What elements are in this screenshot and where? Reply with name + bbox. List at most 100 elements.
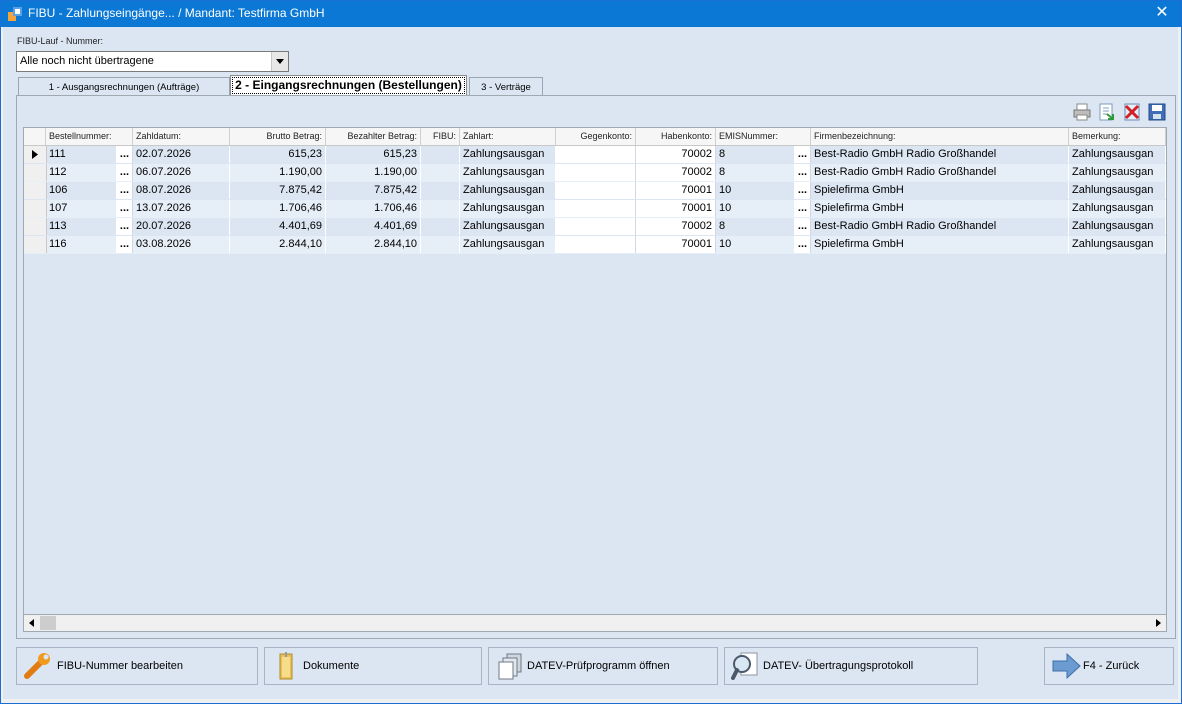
cell-habenkonto[interactable]: 70002 — [636, 164, 716, 181]
col-zahlart[interactable]: Zahlart: — [460, 128, 556, 145]
cell-brutto-betrag: 615,23 — [230, 146, 326, 163]
lookup-emis-button[interactable]: ... — [795, 200, 811, 217]
tab-vertraege[interactable]: 3 - Verträge — [469, 77, 543, 97]
cell-habenkonto[interactable]: 70001 — [636, 200, 716, 217]
lookup-emis-button[interactable]: ... — [795, 182, 811, 199]
col-firmenbezeichnung[interactable]: Firmenbezeichnung: — [811, 128, 1069, 145]
col-gegenkonto[interactable]: Gegenkonto: — [556, 128, 636, 145]
datev-uebertragungsprotokoll-button[interactable]: DATEV- Übertragungsprotokoll — [724, 647, 978, 685]
lookup-bestellnummer-button[interactable]: ... — [117, 164, 133, 181]
table-row[interactable]: 113... 20.07.2026 4.401,69 4.401,69 Zahlungs… — [24, 218, 1166, 236]
zurueck-button[interactable]: F4 - Zurück — [1044, 647, 1174, 685]
col-zahldatum[interactable]: Zahldatum: — [133, 128, 230, 145]
wrench-icon — [24, 653, 50, 679]
cell-habenkonto[interactable]: 70001 — [636, 236, 716, 253]
lookup-emis-button[interactable]: ... — [795, 164, 811, 181]
col-bestellnummer[interactable]: Bestellnummer: — [46, 128, 133, 145]
cell-zahlart: Zahlungsausgan — [460, 182, 556, 199]
lookup-bestellnummer-button[interactable]: ... — [117, 218, 133, 235]
datev-pruefprogramm-button[interactable]: DATEV-Prüfprogramm öffnen — [488, 647, 718, 685]
cell-bemerkung: Zahlungsausgan — [1069, 182, 1166, 199]
fibu-lauf-select[interactable]: Alle noch nicht übertragene — [16, 51, 289, 72]
cell-zahldatum: 13.07.2026 — [133, 200, 230, 217]
chevron-down-icon[interactable] — [271, 52, 288, 71]
cell-gegenkonto[interactable] — [556, 218, 636, 235]
scroll-left-icon[interactable] — [24, 615, 40, 631]
cell-gegenkonto[interactable] — [556, 164, 636, 181]
tab-eingangsrechnungen[interactable]: 2 - Eingangsrechnungen (Bestellungen) — [230, 75, 467, 97]
lookup-bestellnummer-button[interactable]: ... — [117, 146, 133, 163]
row-selector[interactable] — [24, 200, 47, 217]
col-fibu[interactable]: FIBU: — [421, 128, 460, 145]
lookup-bestellnummer-button[interactable]: ... — [117, 200, 133, 217]
cell-fibu — [421, 200, 460, 217]
cell-habenkonto[interactable]: 70001 — [636, 182, 716, 199]
scroll-thumb[interactable] — [40, 616, 56, 630]
cell-gegenkonto[interactable] — [556, 236, 636, 253]
col-habenkonto[interactable]: Habenkonto: — [636, 128, 716, 145]
payments-grid[interactable]: Bestellnummer: Zahldatum: Brutto Betrag:… — [23, 127, 1167, 631]
dokumente-label: Dokumente — [303, 660, 360, 672]
col-bemerkung[interactable]: Bemerkung: — [1069, 128, 1166, 145]
cell-zahlart: Zahlungsausgan — [460, 146, 556, 163]
cell-bemerkung: Zahlungsausgan — [1069, 146, 1166, 163]
table-row[interactable]: 107... 13.07.2026 1.706,46 1.706,46 Zahlungs… — [24, 200, 1166, 218]
print-icon[interactable] — [1073, 103, 1091, 121]
table-row[interactable]: 106... 08.07.2026 7.875,42 7.875,42 Zahlungs… — [24, 182, 1166, 200]
cell-firmenbezeichnung: Spielefirma GmbH — [811, 182, 1069, 199]
folder-icon — [279, 652, 293, 680]
lookup-emis-button[interactable]: ... — [795, 218, 811, 235]
current-row-icon — [32, 150, 38, 159]
cell-gegenkonto[interactable] — [556, 146, 636, 163]
save-icon[interactable] — [1148, 103, 1166, 121]
cell-zahldatum: 20.07.2026 — [133, 218, 230, 235]
lookup-emis-button[interactable]: ... — [795, 146, 811, 163]
cell-fibu — [421, 218, 460, 235]
table-row[interactable]: 112... 06.07.2026 1.190,00 1.190,00 Zahlungs… — [24, 164, 1166, 182]
horizontal-scrollbar[interactable] — [23, 614, 1167, 632]
row-selector[interactable] — [24, 218, 47, 235]
cell-zahldatum: 02.07.2026 — [133, 146, 230, 163]
tab-ausgangsrechnungen[interactable]: 1 - Ausgangsrechnungen (Aufträge) — [18, 77, 230, 97]
cell-firmenbezeichnung: Spielefirma GmbH — [811, 200, 1069, 217]
close-icon[interactable]: ✕ — [1153, 4, 1171, 22]
arrow-right-icon — [1052, 652, 1081, 680]
row-selector[interactable] — [24, 182, 47, 199]
cell-firmenbezeichnung: Best-Radio GmbH Radio Großhandel — [811, 218, 1069, 235]
cell-bestellnummer: 107 — [46, 200, 117, 217]
cell-zahldatum: 08.07.2026 — [133, 182, 230, 199]
col-emisnummer[interactable]: EMISNummer: — [716, 128, 811, 145]
cell-bezahlter-betrag: 4.401,69 — [326, 218, 421, 235]
col-brutto-betrag[interactable]: Brutto Betrag: — [230, 128, 326, 145]
fibu-nummer-bearbeiten-button[interactable]: FIBU-Nummer bearbeiten — [16, 647, 258, 685]
cell-firmenbezeichnung: Best-Radio GmbH Radio Großhandel — [811, 164, 1069, 181]
cell-bezahlter-betrag: 1.706,46 — [326, 200, 421, 217]
lookup-bestellnummer-button[interactable]: ... — [117, 182, 133, 199]
scroll-right-icon[interactable] — [1150, 615, 1166, 631]
fibu-lauf-value: Alle noch nicht übertragene — [20, 55, 154, 67]
dokumente-button[interactable]: Dokumente — [264, 647, 482, 685]
row-selector[interactable] — [24, 236, 47, 253]
title-bar[interactable]: FIBU - Zahlungseingänge... / Mandant: Te… — [1, 1, 1181, 27]
cell-zahlart: Zahlungsausgan — [460, 218, 556, 235]
cell-bestellnummer: 111 — [46, 146, 117, 163]
cell-emisnummer: 10 — [716, 200, 795, 217]
cell-brutto-betrag: 7.875,42 — [230, 182, 326, 199]
export-icon[interactable] — [1098, 103, 1116, 121]
lookup-emis-button[interactable]: ... — [795, 236, 811, 253]
cell-emisnummer: 8 — [716, 146, 795, 163]
table-row[interactable]: 116... 03.08.2026 2.844,10 2.844,10 Zahlungs… — [24, 236, 1166, 254]
lookup-bestellnummer-button[interactable]: ... — [117, 236, 133, 253]
cell-zahldatum: 03.08.2026 — [133, 236, 230, 253]
cell-fibu — [421, 146, 460, 163]
cell-bezahlter-betrag: 1.190,00 — [326, 164, 421, 181]
cell-habenkonto[interactable]: 70002 — [636, 218, 716, 235]
row-selector[interactable] — [24, 164, 47, 181]
cell-habenkonto[interactable]: 70002 — [636, 146, 716, 163]
row-selector[interactable] — [24, 146, 47, 163]
cell-gegenkonto[interactable] — [556, 200, 636, 217]
col-bezahlter-betrag[interactable]: Bezahlter Betrag: — [326, 128, 421, 145]
delete-icon[interactable] — [1123, 103, 1141, 121]
table-row[interactable]: 111... 02.07.2026 615,23 615,23 Zahlungsausg… — [24, 146, 1166, 164]
cell-gegenkonto[interactable] — [556, 182, 636, 199]
